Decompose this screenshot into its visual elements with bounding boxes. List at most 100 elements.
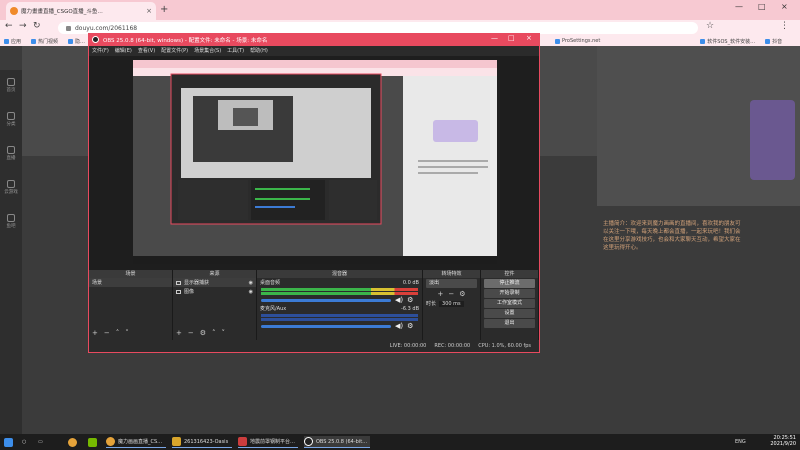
back-icon[interactable]: ← xyxy=(5,21,13,31)
maximize-icon[interactable]: □ xyxy=(758,2,766,11)
reload-icon[interactable]: ↻ xyxy=(33,21,41,31)
nav-item-category[interactable]: 分类 xyxy=(2,112,20,127)
taskview-button[interactable]: ▭ xyxy=(38,436,43,448)
url-text: douyu.com/2061168 xyxy=(75,24,138,32)
chrome-icon xyxy=(68,437,77,447)
clock-date: 2021/9/20 xyxy=(770,441,796,447)
image-icon xyxy=(176,289,181,294)
new-tab-button[interactable]: + xyxy=(160,4,168,15)
nav-item-home[interactable]: 首页 xyxy=(2,78,20,93)
gamepad-icon xyxy=(7,180,15,188)
stop-streaming-button[interactable]: 停止推流 xyxy=(484,279,535,288)
taskbar-item[interactable]: 地震前罩钢制平台… xyxy=(238,436,298,448)
move-down-icon[interactable]: ˅ xyxy=(125,329,129,337)
mic-volume-slider[interactable] xyxy=(261,324,391,328)
taskbar-item-obs[interactable]: OBS 25.0.8 (64-bit… xyxy=(304,436,370,448)
menu-help[interactable]: 帮助(H) xyxy=(250,47,268,54)
gear-icon[interactable]: ⚙ xyxy=(407,322,413,330)
lang-indicator[interactable]: ENG xyxy=(735,436,746,448)
track-mic: 麦克风/Aux -6.3 dB xyxy=(260,305,419,313)
browser-tab[interactable]: 魔力畫畫直播_CSGO直播_斗鱼… × xyxy=(6,2,156,20)
nav-item-fishbar[interactable]: 鱼吧 xyxy=(2,214,20,229)
menu-view[interactable]: 查看(V) xyxy=(138,47,155,54)
bookmark[interactable]: 抖音 xyxy=(765,38,782,45)
desktop-volume-slider[interactable] xyxy=(261,298,391,302)
remove-scene-icon[interactable]: − xyxy=(104,329,110,337)
mic-meter xyxy=(261,314,418,317)
menu-scene-collection[interactable]: 场景集合(S) xyxy=(194,47,221,54)
studio-mode-button[interactable]: 工作室模式 xyxy=(484,299,535,308)
speaker-icon[interactable]: ◀) xyxy=(395,322,403,330)
exit-button[interactable]: 退出 xyxy=(484,319,535,328)
remove-transition-icon[interactable]: − xyxy=(448,290,454,298)
bookmark[interactable]: ProSettings.net xyxy=(555,38,600,44)
source-item[interactable]: 显示器捕获 ◉ xyxy=(173,278,256,287)
menu-file[interactable]: 文件(F) xyxy=(92,47,109,54)
add-transition-icon[interactable]: + xyxy=(437,290,443,298)
recursive-preview-image xyxy=(133,60,497,264)
douyu-favicon-icon xyxy=(10,7,18,15)
move-up-icon[interactable]: ˄ xyxy=(212,329,216,337)
streamer-intro: 主播简介：欢迎来到魔力画画的直播间，喜欢我的朋友可以关注一下哦，每天晚上都会直播… xyxy=(603,221,741,251)
add-scene-icon[interactable]: + xyxy=(92,329,98,337)
scene-item[interactable]: 场景 xyxy=(89,278,172,287)
source-item[interactable]: 图像 ◉ xyxy=(173,287,256,296)
obs-minimize-icon[interactable]: — xyxy=(491,34,498,42)
mixer-header: 混音器 xyxy=(257,270,422,278)
duration-input[interactable]: 300 ms xyxy=(439,300,464,307)
menu-tools[interactable]: 工具(T) xyxy=(227,47,244,54)
taskbar-nvidia[interactable] xyxy=(88,436,97,448)
start-button[interactable] xyxy=(4,436,13,448)
forward-icon[interactable]: → xyxy=(19,21,27,31)
settings-button[interactable]: 设置 xyxy=(484,309,535,318)
menu-profile[interactable]: 配置文件(P) xyxy=(161,47,188,54)
tab-title: 魔力畫畫直播_CSGO直播_斗鱼… xyxy=(21,9,103,15)
bookmark[interactable]: 软件SOS_软件安装… xyxy=(700,38,755,45)
scenes-header: 场景 xyxy=(89,270,172,278)
remove-source-icon[interactable]: − xyxy=(188,329,194,337)
menu-edit[interactable]: 编辑(E) xyxy=(115,47,132,54)
close-window-icon[interactable]: × xyxy=(781,2,788,11)
transition-select[interactable]: 淡出 xyxy=(426,279,477,288)
fish-icon xyxy=(7,214,15,222)
sources-dock: 来源 显示器捕获 ◉ 图像 ◉ + − ⚙ ˄ ˅ xyxy=(173,270,257,340)
taskbar-item[interactable]: 魔力画画直播_CS… xyxy=(106,436,166,448)
monitor-icon xyxy=(176,280,181,285)
obs-close-icon[interactable]: × xyxy=(526,34,532,42)
live-icon xyxy=(7,146,15,154)
promo-banner[interactable] xyxy=(750,100,795,180)
speaker-icon[interactable]: ◀) xyxy=(395,296,403,304)
rec-status: REC: 00:00:00 xyxy=(434,343,471,349)
taskbar-chrome[interactable] xyxy=(68,436,77,448)
gear-icon[interactable]: ⚙ xyxy=(407,296,413,304)
search-button[interactable]: ○ xyxy=(22,436,26,448)
cpu-status: CPU: 1.0%, 60.00 fps xyxy=(478,343,531,349)
scenes-dock: 场景 场景 + − ˄ ˅ xyxy=(89,270,173,340)
gear-icon[interactable]: ⚙ xyxy=(200,329,206,337)
bookmark[interactable]: 隐… xyxy=(68,38,85,45)
bookmark[interactable]: 应用 xyxy=(4,38,21,45)
minimize-icon[interactable]: — xyxy=(735,2,743,11)
nav-item-cloudgame[interactable]: 云游戏 xyxy=(2,180,20,195)
eye-icon: ◉ xyxy=(248,288,253,295)
transitions-header: 转场特效 xyxy=(423,270,480,278)
gear-icon[interactable]: ⚙ xyxy=(459,290,465,298)
taskbar-item[interactable]: 261316423-Oasis xyxy=(172,436,232,448)
obs-preview-canvas[interactable] xyxy=(133,60,497,264)
move-down-icon[interactable]: ˅ xyxy=(222,329,226,337)
bookmark[interactable]: 热门视频 xyxy=(31,38,58,45)
folder-icon xyxy=(172,437,181,446)
close-tab-icon[interactable]: × xyxy=(146,7,152,15)
nav-item-live[interactable]: 直播 xyxy=(2,146,20,161)
nvidia-icon xyxy=(88,437,97,447)
move-up-icon[interactable]: ˄ xyxy=(116,329,120,337)
taskbar-clock[interactable]: 20:25:51 2021/9/20 xyxy=(770,435,796,447)
obs-maximize-icon[interactable]: □ xyxy=(508,34,515,42)
menu-icon[interactable]: ⋮ xyxy=(780,21,789,31)
star-icon[interactable]: ☆ xyxy=(706,21,714,31)
controls-dock: 控件 停止推流 开始录制 工作室模式 设置 退出 xyxy=(481,270,539,340)
add-source-icon[interactable]: + xyxy=(176,329,182,337)
desktop-audio-meter xyxy=(261,288,418,291)
obs-titlebar[interactable]: OBS 25.0.8 (64-bit, windows) - 配置文件: 未命名… xyxy=(88,33,540,46)
start-recording-button[interactable]: 开始录制 xyxy=(484,289,535,298)
